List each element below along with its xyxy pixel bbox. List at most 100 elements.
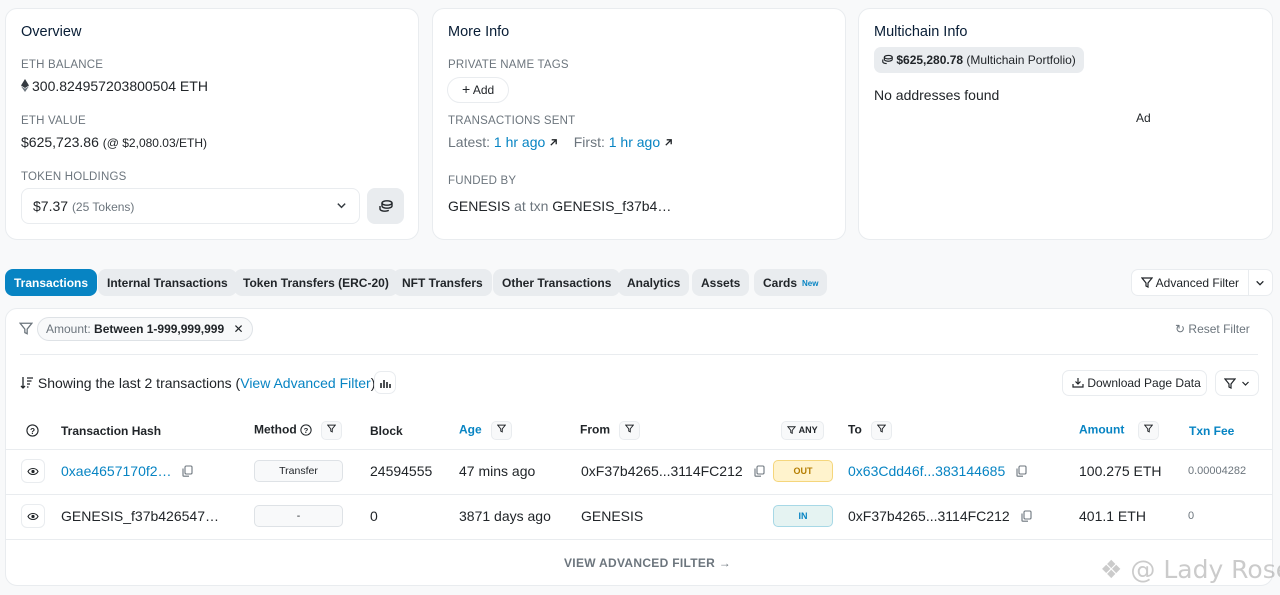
more-info-card: More Info PRIVATE NAME TAGS + Add TRANSA… xyxy=(432,8,846,240)
chart-button[interactable] xyxy=(374,371,396,394)
chevron-down-icon xyxy=(337,203,346,209)
token-value: $7.37 xyxy=(33,198,69,214)
add-label: Add xyxy=(472,83,495,97)
view-advanced-filter-link[interactable]: View Advanced Filter xyxy=(240,375,370,391)
header-amount[interactable]: Amount xyxy=(1079,421,1159,440)
coins-icon xyxy=(882,54,893,65)
multichain-portfolio-button[interactable]: $625,280.78 (Multichain Portfolio) xyxy=(874,47,1084,73)
row-preview-button[interactable] xyxy=(21,504,45,528)
row-preview-button[interactable] xyxy=(21,459,45,483)
advanced-filter-button[interactable]: Advanced Filter xyxy=(1131,269,1273,296)
close-icon[interactable]: ✕ xyxy=(233,322,243,336)
header-txn-fee[interactable]: Txn Fee xyxy=(1189,424,1234,438)
tab-transactions[interactable]: Transactions xyxy=(5,269,98,296)
copy-icon[interactable] xyxy=(182,465,193,477)
from-address: 0xF37b4265...3114FC212 xyxy=(581,463,765,479)
eth-balance-label: ETH BALANCE xyxy=(21,59,104,71)
tab-nft-transfers[interactable]: NFT Transfers xyxy=(393,269,492,296)
any-label: ANY xyxy=(798,425,818,435)
token-portfolio-button[interactable] xyxy=(367,188,404,224)
copy-icon[interactable] xyxy=(1020,510,1032,522)
age-filter-icon[interactable] xyxy=(491,421,513,440)
watermark-logo-icon: ❖ xyxy=(1100,555,1123,584)
tab-analytics[interactable]: Analytics xyxy=(618,269,690,296)
method-filter-icon[interactable] xyxy=(321,421,343,440)
token-holdings-label: TOKEN HOLDINGS xyxy=(21,171,127,183)
copy-icon[interactable] xyxy=(1016,465,1027,477)
token-holdings-dropdown[interactable]: $7.37 (25 Tokens) xyxy=(21,188,360,224)
from-filter-icon[interactable] xyxy=(619,421,641,440)
filter-icon xyxy=(787,426,797,435)
tab-assets[interactable]: Assets xyxy=(692,269,750,296)
filter-chip-key: Amount: xyxy=(46,322,91,336)
info-icon[interactable]: ? xyxy=(300,424,312,436)
to-filter-icon[interactable] xyxy=(871,421,893,440)
header-to: To xyxy=(848,421,893,440)
direction-filter-button[interactable]: ANY xyxy=(781,421,824,440)
eye-icon xyxy=(27,467,39,475)
copy-icon[interactable] xyxy=(753,465,765,477)
watermark-text: @ Lady Rose xyxy=(1130,555,1280,584)
amount-filter-icon[interactable] xyxy=(1137,421,1159,440)
header-transaction-hash: Transaction Hash xyxy=(61,424,162,438)
filter-icon xyxy=(19,322,33,335)
header-from-label: From xyxy=(580,422,610,437)
column-filter-button[interactable] xyxy=(1215,370,1259,396)
new-badge: New xyxy=(802,279,819,288)
header-block: Block xyxy=(370,424,403,438)
header-age[interactable]: Age xyxy=(459,421,513,440)
eth-value-label: ETH VALUE xyxy=(21,115,86,127)
chevron-down-icon xyxy=(1256,280,1264,286)
no-addresses-text: No addresses found xyxy=(874,87,1000,103)
from-address-text[interactable]: 0xF37b4265...3114FC212 xyxy=(581,463,743,479)
divider xyxy=(5,539,1273,540)
block-link[interactable]: 24594555 xyxy=(370,463,432,479)
transactions-card xyxy=(5,308,1273,586)
download-label: Download Page Data xyxy=(1087,376,1201,390)
download-page-data-button[interactable]: Download Page Data xyxy=(1062,370,1207,396)
eth-balance: 300.824957203800504 ETH xyxy=(21,78,208,94)
to-address-link[interactable]: 0x63Cdd46f...383144685 xyxy=(848,463,1005,479)
to-address: 0xF37b4265...3114FC212 xyxy=(848,508,1032,524)
direction-badge-in: IN xyxy=(773,505,833,527)
divider xyxy=(5,494,1273,495)
table-row-hash: 0xae4657170f2… xyxy=(61,463,193,479)
latest-tx-link[interactable]: 1 hr ago xyxy=(494,134,545,150)
divider xyxy=(5,449,1273,450)
name-tags-label: PRIVATE NAME TAGS xyxy=(448,59,569,71)
more-info-title: More Info xyxy=(448,24,510,40)
view-advanced-filter-footer[interactable]: VIEW ADVANCED FILTER → xyxy=(564,556,731,570)
reset-filter-button[interactable]: ↻ Reset Filter xyxy=(1175,322,1250,336)
amount-filter-chip[interactable]: Amount: Between 1-999,999,999 ✕ xyxy=(37,317,253,341)
header-amount-label: Amount xyxy=(1079,422,1125,437)
first-tx-link[interactable]: 1 hr ago xyxy=(609,134,660,150)
method-badge: - xyxy=(254,505,343,527)
to-address-text: 0xF37b4265...3114FC212 xyxy=(848,508,1010,524)
ad-label[interactable]: Ad xyxy=(1136,111,1151,125)
svg-text:?: ? xyxy=(304,426,309,435)
tab-token-transfers[interactable]: Token Transfers (ERC-20) xyxy=(234,269,398,296)
add-name-tag-button[interactable]: + Add xyxy=(447,77,510,103)
tab-cards[interactable]: Cards New xyxy=(754,269,828,296)
tab-cards-label: Cards xyxy=(763,276,798,290)
first-label: First: xyxy=(573,134,605,150)
tx-hash-text[interactable]: GENESIS_f37b426547… xyxy=(61,508,219,524)
latest-label: Latest: xyxy=(448,134,491,150)
multichain-card: Multichain Info $625,280.78 (Multichain … xyxy=(858,8,1273,240)
advanced-filter-main[interactable]: Advanced Filter xyxy=(1132,270,1249,295)
ethereum-icon xyxy=(21,79,29,92)
funded-by-value: GENESIS at txn GENESIS_f37b4… xyxy=(448,198,671,214)
tab-internal-transactions[interactable]: Internal Transactions xyxy=(98,269,237,296)
arrow-up-right-icon xyxy=(550,139,558,146)
help-icon[interactable]: ? xyxy=(26,424,39,438)
reset-filter-label: Reset Filter xyxy=(1188,322,1250,336)
to-address: 0x63Cdd46f...383144685 xyxy=(848,463,1027,479)
direction-badge-out: OUT xyxy=(773,460,833,482)
plus-icon: + xyxy=(462,81,471,97)
block-link[interactable]: 0 xyxy=(370,508,378,524)
tx-hash-link[interactable]: 0xae4657170f2… xyxy=(61,463,172,479)
funded-txn-link[interactable]: GENESIS_f37b4… xyxy=(552,198,671,214)
portfolio-value: $625,280.78 xyxy=(896,53,964,67)
tab-other-transactions[interactable]: Other Transactions xyxy=(493,269,621,296)
advanced-filter-dropdown[interactable] xyxy=(1248,270,1272,295)
